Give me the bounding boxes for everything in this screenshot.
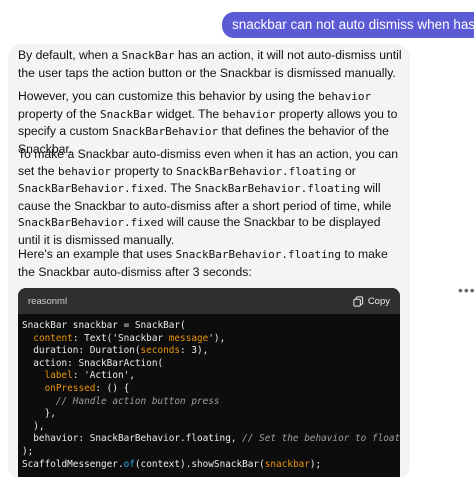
code-token: // Handle action button press [55,395,220,407]
code-token: message [168,332,209,344]
copy-code-label: Copy [367,295,390,307]
code-token: : 3), [180,345,209,357]
assistant-message: By default, when a SnackBar has an actio… [8,44,410,477]
inline-code: SnackBarBehavior.floating [176,164,342,178]
code-line: // Handle action button press [22,396,396,409]
inline-code: behavior [318,90,372,103]
code-token: ScaffoldMessenger. [22,458,124,470]
code-line: SnackBar snackbar = SnackBar( [22,320,396,333]
code-line: content: Text('Snackbar message'), [22,333,396,346]
code-language-label: reasonml [28,295,68,307]
inline-code: SnackBarBehavior.fixed [18,216,164,230]
code-line: ScaffoldMessenger.of(context).showSnackB… [22,459,396,472]
code-token: : 'Action', [72,370,135,382]
code-token: ); [22,445,34,457]
code-block-header: reasonml Copy [18,288,400,314]
code-token: '), [208,332,226,344]
paragraph-text: property of the [18,106,100,121]
copy-code-button[interactable]: Copy [353,296,390,307]
code-token: action: SnackBarAction( [22,357,164,369]
code-token: label [44,370,73,382]
inline-code: behavior [57,164,111,178]
code-line: }, [22,408,396,421]
copy-icon [353,295,363,307]
code-token: }, [22,408,56,420]
paragraph-text: widget. The [152,106,223,121]
code-token: duration: Duration( [22,345,141,357]
code-token: snackbar [264,458,310,470]
inline-code: SnackBarBehavior.floating [175,248,342,261]
code-token: content [33,332,73,344]
ellipsis-icon[interactable]: ••• [458,282,474,298]
paragraph-text: Here's an example that uses [18,247,176,261]
paragraph-text: However, you can customize this behavior… [18,89,319,103]
code-token: behavior: SnackBarBehavior.floating, [22,433,243,445]
code-content: SnackBar snackbar = SnackBar( content: T… [18,314,400,471]
code-token: // Set the behavior to floating [242,433,400,445]
inline-code: SnackBarBehavior.fixed [18,182,164,196]
code-token: ), [22,420,45,432]
code-line: ); [22,446,396,459]
inline-code: SnackBar [121,49,175,62]
code-token: of [123,458,135,470]
paragraph-text: property to [110,163,177,178]
code-line: label: 'Action', [22,370,396,383]
paragraph-text: or [341,163,356,178]
code-line: onPressed: () { [22,383,396,396]
code-token: ); [309,458,322,470]
code-token: (context).showSnackBar( [134,458,265,470]
code-token: seconds [140,345,181,357]
code-line: ), [22,421,396,434]
code-token: onPressed [44,382,96,394]
code-block: reasonml Copy SnackBar snackbar = SnackB… [18,288,400,477]
inline-code: SnackBarBehavior [112,125,219,139]
code-token: : () { [95,382,130,394]
code-line: behavior: SnackBarBehavior.floating, // … [22,433,400,446]
inline-code: behavior [222,107,276,121]
assistant-paragraph-3: To make a Snackbar auto-dismiss even whe… [18,146,404,249]
inline-code: SnackBar [99,107,153,121]
assistant-paragraph-1: By default, when a SnackBar has an actio… [18,47,404,81]
assistant-paragraph-4: Here's an example that uses SnackBarBeha… [18,246,404,280]
code-token: SnackBar snackbar = SnackBar( [22,320,186,331]
paragraph-text: By default, when a [18,48,122,62]
code-line: duration: Duration(seconds: 3), [22,345,396,358]
user-message-bubble: snackbar can not auto dismiss when has a… [222,12,474,38]
code-token: : Text('Snackbar [72,332,169,344]
inline-code: SnackBarBehavior.floating [194,182,361,196]
paragraph-text: . The [163,181,195,196]
code-line: action: SnackBarAction( [22,358,396,371]
